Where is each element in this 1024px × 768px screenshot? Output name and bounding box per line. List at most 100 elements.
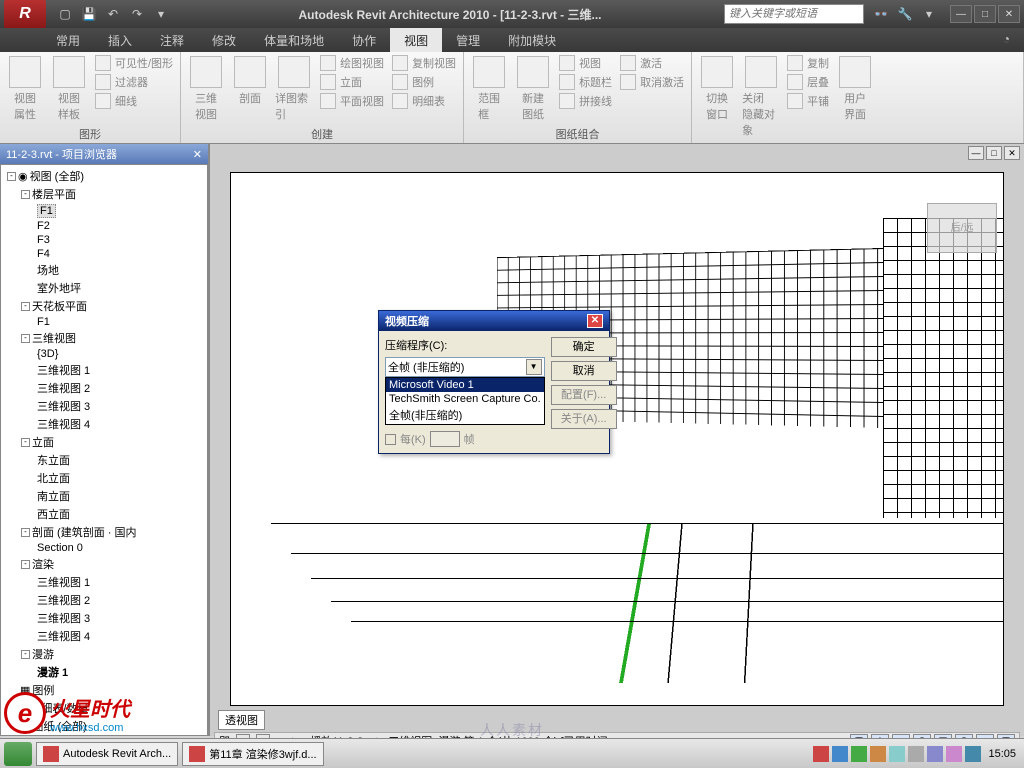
app-menu-button[interactable]: R [4,0,46,28]
project-browser[interactable]: -◉视图 (全部)-楼层平面F1F2F3F4场地室外地坪-天花板平面F1-三维视… [0,164,208,736]
tree-item[interactable]: 三维视图 2 [3,379,205,397]
qat-undo-icon[interactable]: ↶ [102,3,124,25]
ribbon-button[interactable]: 标题栏 [556,73,615,91]
ribbon-tab[interactable]: 附加模块 [494,28,570,52]
tree-item[interactable]: 三维视图 4 [3,627,205,645]
binoculars-icon[interactable]: 👓 [870,3,892,25]
ribbon-tab[interactable]: 注释 [146,28,198,52]
ribbon-tab[interactable]: 视图 [390,28,442,52]
tray-icon[interactable] [946,746,962,762]
dialog-close-icon[interactable]: ✕ [587,314,603,328]
tree-item[interactable]: 北立面 [3,469,205,487]
ribbon-button[interactable]: 拼接线 [556,92,615,110]
tree-item[interactable]: F1 [3,203,205,219]
taskbar-item[interactable]: 第11章 渲染修3wjf.d... [182,742,323,766]
view-maximize-icon[interactable]: □ [986,146,1002,160]
combo-option[interactable]: Microsoft Video 1 [386,378,544,392]
tree-item[interactable]: 三维视图 3 [3,397,205,415]
ribbon-tab[interactable]: 修改 [198,28,250,52]
tray-icon[interactable] [927,746,943,762]
tree-item[interactable]: -楼层平面 [3,185,205,203]
help-dropdown-icon[interactable]: ▾ [918,3,940,25]
wrench-icon[interactable]: 🔧 [894,3,916,25]
tree-item[interactable]: -▦族 [3,735,205,736]
ribbon-tab[interactable]: 协作 [338,28,390,52]
ribbon-button[interactable]: 视图 [556,54,615,72]
tree-item[interactable]: 三维视图 1 [3,573,205,591]
tree-item[interactable]: 南立面 [3,487,205,505]
ribbon-tab[interactable]: 体量和场地 [250,28,338,52]
ribbon-button[interactable]: 剖面 [229,54,271,108]
tray-icon[interactable] [813,746,829,762]
maximize-button[interactable]: □ [974,5,996,23]
browser-close-icon[interactable]: ✕ [193,148,202,161]
ribbon-tab[interactable]: 插入 [94,28,146,52]
ribbon-button[interactable]: 细线 [92,92,176,110]
ribbon-button[interactable]: 图例 [389,73,459,91]
ribbon-button[interactable]: 视图属性 [4,54,46,124]
tray-icon[interactable] [851,746,867,762]
view-cube[interactable]: 后/远 [927,203,997,253]
tree-item[interactable]: -◉视图 (全部) [3,167,205,185]
ribbon-button[interactable]: 三维视图 [185,54,227,124]
tree-item[interactable]: 漫游 1 [3,663,205,681]
dialog-button[interactable]: 确定 [551,337,617,357]
ribbon-button[interactable]: 详图索引 [273,54,315,124]
ribbon-button[interactable]: 切换窗口 [696,54,738,124]
ribbon-tab[interactable]: 管理 [442,28,494,52]
tree-item[interactable]: F2 [3,219,205,233]
ribbon-button[interactable]: 范围框 [468,54,510,124]
ribbon-button[interactable]: 复制视图 [389,54,459,72]
tree-item[interactable]: -渲染 [3,555,205,573]
view-minimize-icon[interactable]: — [968,146,984,160]
dialog-button[interactable]: 取消 [551,361,617,381]
start-button[interactable] [4,742,32,766]
qat-save-icon[interactable]: 💾 [78,3,100,25]
compressor-combo[interactable]: 全帧 (非压缩的)▼ [385,357,545,377]
combo-option[interactable]: 全帧(非压缩的) [386,406,544,424]
tree-item[interactable]: F1 [3,315,205,329]
compressor-list[interactable]: Microsoft Video 1TechSmith Screen Captur… [385,377,545,425]
help-icon[interactable]: ◔ [989,28,1024,52]
tree-item[interactable]: F3 [3,233,205,247]
tree-item[interactable]: 西立面 [3,505,205,523]
tree-item[interactable]: 场地 [3,261,205,279]
ribbon-button[interactable]: 平铺 [784,92,832,110]
tree-item[interactable]: 三维视图 3 [3,609,205,627]
tree-item[interactable]: 三维视图 1 [3,361,205,379]
ribbon-button[interactable]: 过滤器 [92,73,176,91]
view-close-icon[interactable]: ✕ [1004,146,1020,160]
ribbon-button[interactable]: 平面视图 [317,92,387,110]
tree-item[interactable]: -立面 [3,433,205,451]
search-input[interactable] [724,4,864,24]
tree-item[interactable]: -天花板平面 [3,297,205,315]
ribbon-tab[interactable]: 常用 [42,28,94,52]
tree-item[interactable]: 室外地坪 [3,279,205,297]
minimize-button[interactable]: — [950,5,972,23]
qat-redo-icon[interactable]: ↷ [126,3,148,25]
keyframe-checkbox[interactable] [385,434,396,445]
qat-more-icon[interactable]: ▾ [150,3,172,25]
combo-option[interactable]: TechSmith Screen Capture Co. [386,392,544,406]
ribbon-button[interactable]: 取消激活 [617,73,687,91]
tree-item[interactable]: 三维视图 4 [3,415,205,433]
tree-item[interactable]: Section 0 [3,541,205,555]
ribbon-button[interactable]: 绘图视图 [317,54,387,72]
tree-item[interactable]: 三维视图 2 [3,591,205,609]
qat-open-icon[interactable]: ▢ [54,3,76,25]
close-button[interactable]: ✕ [998,5,1020,23]
tree-item[interactable]: 东立面 [3,451,205,469]
tree-item[interactable]: F4 [3,247,205,261]
ribbon-button[interactable]: 层叠 [784,73,832,91]
tree-item[interactable]: -漫游 [3,645,205,663]
ribbon-button[interactable]: 激活 [617,54,687,72]
ribbon-button[interactable]: 关闭隐藏对象 [740,54,782,140]
drawing-canvas[interactable]: 后/远 [230,172,1004,706]
taskbar-item[interactable]: Autodesk Revit Arch... [36,742,178,766]
ribbon-button[interactable]: 视图样板 [48,54,90,124]
ribbon-button[interactable]: 新建图纸 [512,54,554,124]
ribbon-button[interactable]: 可见性/图形 [92,54,176,72]
ribbon-button[interactable]: 立面 [317,73,387,91]
tree-item[interactable]: -三维视图 [3,329,205,347]
ribbon-button[interactable]: 用户界面 [834,54,876,124]
